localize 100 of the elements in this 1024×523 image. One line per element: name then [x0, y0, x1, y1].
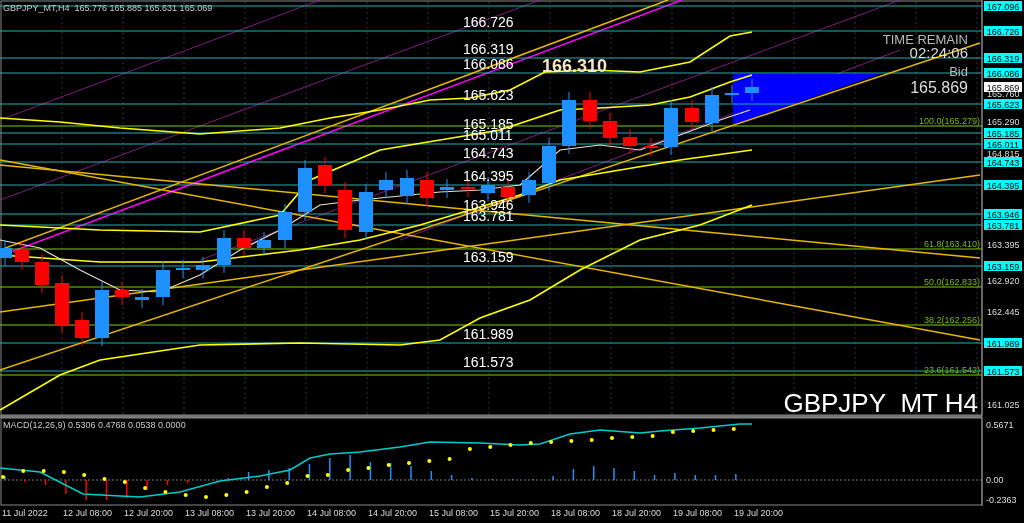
time-axis-label: 14 Jul 08:00 — [307, 508, 357, 518]
signal-dot — [670, 430, 675, 434]
price-axis-label: 161.025 — [987, 400, 1020, 410]
signal-dot — [650, 434, 655, 438]
signal-dot — [122, 480, 127, 484]
candlestick — [338, 181, 352, 239]
time-axis-label: 18 Jul 20:00 — [612, 508, 662, 518]
histogram-bar — [450, 474, 453, 481]
current-price-tag: 165.869 — [984, 82, 1022, 93]
signal-dot — [102, 477, 107, 481]
candlestick — [359, 183, 373, 241]
signal-dot — [589, 438, 594, 442]
time-axis-label: 12 Jul 08:00 — [63, 508, 113, 518]
macd-axis-label: 0.5671 — [986, 420, 1014, 430]
candlestick — [644, 137, 658, 157]
candlestick — [440, 178, 454, 199]
histogram-bar — [105, 479, 108, 501]
candlestick — [196, 256, 210, 279]
histogram-bar — [572, 468, 575, 481]
candlestick — [725, 84, 739, 104]
price-axis-label: 162.920 — [987, 276, 1020, 286]
signal-dot — [346, 468, 351, 472]
price-level-label: 163.159 — [463, 249, 514, 265]
price-level-label: 166.319 — [463, 41, 514, 57]
time-axis-label: 15 Jul 20:00 — [490, 508, 540, 518]
candlestick — [583, 91, 597, 130]
signal-dot — [447, 457, 452, 461]
time-axis-label: 18 Jul 08:00 — [551, 508, 601, 518]
signal-dot — [1, 475, 5, 479]
candlestick — [55, 274, 69, 334]
histogram-bar — [247, 471, 250, 481]
candlestick — [705, 86, 719, 132]
signal-dot — [224, 493, 229, 497]
time-axis-label: 13 Jul 08:00 — [185, 508, 235, 518]
time-axis-label: 14 Jul 20:00 — [368, 508, 418, 518]
signal-dot — [488, 445, 493, 449]
candlestick — [298, 159, 312, 221]
signal-dot — [183, 493, 188, 497]
signal-dot — [204, 495, 208, 499]
time-axis-label: 19 Jul 20:00 — [734, 508, 784, 518]
histogram-bar — [166, 479, 169, 486]
signal-dot — [285, 481, 290, 485]
price-axis-label: 164.815 — [987, 149, 1020, 159]
price-tag: 165.623 — [984, 99, 1022, 110]
candlestick — [664, 99, 678, 156]
signal-dot — [528, 441, 533, 445]
signal-dot — [21, 469, 26, 473]
candlestick — [278, 203, 292, 249]
signal-dot — [549, 440, 554, 444]
price-level-label: 164.395 — [463, 168, 514, 184]
time-axis-label: 15 Jul 08:00 — [429, 508, 479, 518]
price-level-label: 165.185 — [463, 116, 514, 132]
symbol-label: GBPJPY_MT H4 — [783, 388, 978, 418]
candlestick — [685, 99, 699, 131]
price-tag: 166.086 — [984, 68, 1022, 79]
signal-dot — [143, 486, 148, 490]
price-tag: 166.726 — [984, 26, 1022, 37]
signal-dot — [407, 461, 411, 465]
histogram-bar — [24, 479, 27, 483]
candlestick — [542, 137, 556, 192]
signal-dot — [630, 435, 635, 439]
price-axis-label: 163.395 — [987, 240, 1020, 250]
histogram-bar — [592, 465, 595, 481]
price-tag: 163.781 — [984, 220, 1022, 231]
signal-dot — [264, 485, 269, 489]
price-tag: 167.096 — [984, 1, 1022, 12]
signal-dot — [711, 428, 716, 432]
candlestick — [400, 169, 414, 205]
signal-dot — [467, 447, 472, 451]
signal-dot — [244, 490, 249, 494]
signal-dot — [366, 466, 371, 470]
timer-title: TIME REMAIN — [882, 32, 968, 47]
candlestick — [0, 239, 12, 267]
signal-dot — [41, 469, 46, 473]
signal-dot — [610, 436, 614, 440]
histogram-bar — [653, 474, 656, 481]
signal-dot — [163, 490, 168, 494]
time-axis-label: 19 Jul 08:00 — [673, 508, 723, 518]
price-axis-label: 165.290 — [987, 117, 1020, 127]
signal-dot — [569, 439, 574, 443]
candlestick — [95, 281, 109, 347]
signal-dot — [305, 474, 310, 478]
signal-dot — [61, 470, 66, 474]
price-level-label: 161.573 — [463, 354, 514, 370]
macd-label: MACD(12,26,9) 0.5306 0.4768 0.0538 0.0000 — [3, 420, 186, 430]
histogram-bar — [511, 478, 514, 481]
signal-dot — [82, 473, 87, 477]
price-tag: 161.989 — [984, 338, 1022, 349]
bid-price: 165.869 — [910, 79, 968, 96]
candlestick — [75, 311, 89, 347]
price-tag: 165.185 — [984, 128, 1022, 139]
signal-dot — [427, 459, 432, 463]
price-tag: 164.743 — [984, 157, 1022, 168]
price-level-label: 164.743 — [463, 145, 514, 161]
macd-axis-label: 0.00 — [986, 475, 1004, 485]
fibonacci-label: 23.6(161.542) — [923, 365, 980, 375]
price-tag: 161.573 — [984, 366, 1022, 377]
candlestick — [237, 229, 251, 257]
candlestick — [156, 261, 170, 306]
signal-dot — [325, 473, 330, 477]
